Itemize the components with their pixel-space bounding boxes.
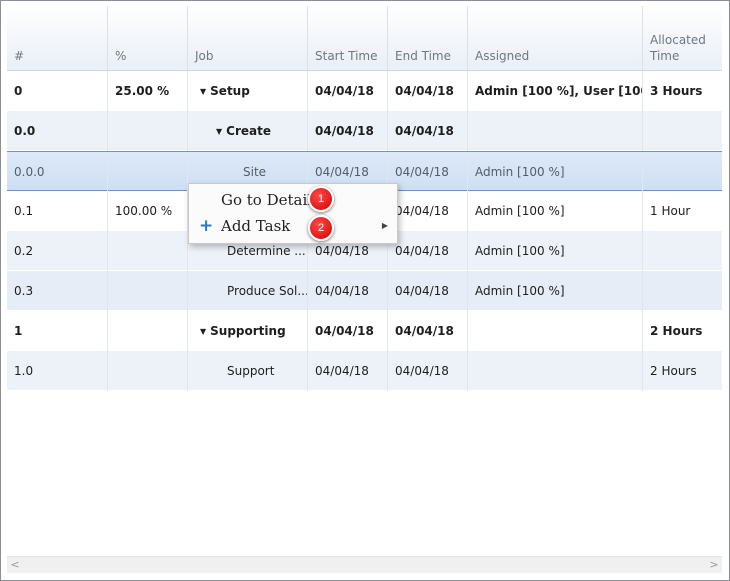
table-row[interactable]: 1 ▼ Supporting 04/04/18 04/04/18 2 Hours: [7, 311, 722, 351]
row-job: Support: [188, 351, 308, 391]
row-allocated-time: [643, 231, 722, 271]
row-number: 0.2: [7, 231, 108, 271]
row-allocated-time: 1 Hour: [650, 204, 691, 218]
row-number: 0: [7, 71, 108, 111]
menu-item-go-to-detail[interactable]: Go to Detail: [189, 187, 397, 213]
plus-icon: +: [199, 216, 214, 236]
row-start-time: 04/04/18: [308, 111, 388, 151]
callout-badge-1: 1: [308, 186, 334, 212]
horizontal-scrollbar[interactable]: < >: [7, 556, 722, 573]
row-percent: [108, 231, 188, 271]
row-start-time: 04/04/18: [308, 311, 388, 351]
row-number: 1.0: [7, 351, 108, 391]
row-allocated-time: 2 Hours: [650, 364, 697, 378]
row-assigned: [468, 351, 643, 391]
submenu-arrow-icon: ▶: [381, 221, 388, 230]
table-row[interactable]: 0.3 Produce Sol... 04/04/18 04/04/18 Adm…: [7, 271, 722, 311]
menu-item-label: Go to Detail: [221, 191, 313, 209]
row-start-time: 04/04/18: [308, 71, 388, 111]
row-allocated-time: 3 Hours: [650, 84, 703, 98]
row-percent: 25.00 %: [108, 71, 188, 111]
context-menu: Go to Detail + Add Task ▶: [188, 183, 398, 244]
row-allocated-time: 2 Hours: [650, 324, 703, 338]
row-percent: [108, 152, 188, 192]
expand-arrow-icon[interactable]: ▼: [216, 112, 222, 151]
row-assigned: [468, 111, 643, 151]
row-percent: [108, 111, 188, 151]
column-header-start-time[interactable]: Start Time: [308, 6, 388, 70]
column-header-job[interactable]: Job: [188, 6, 308, 70]
row-allocated-time: [643, 152, 722, 192]
row-number: 1: [7, 311, 108, 351]
row-end-time: 04/04/18: [388, 311, 468, 351]
row-assigned: Admin [100 %]: [468, 152, 643, 192]
row-end-time: 04/04/18: [388, 271, 468, 311]
row-assigned: Admin [100 %]: [468, 271, 643, 311]
callout-badge-2: 2: [308, 215, 334, 241]
job-label: Create: [226, 124, 271, 138]
scroll-right-icon[interactable]: >: [706, 557, 722, 573]
menu-item-label: Add Task: [221, 217, 291, 235]
row-assigned: Admin [100 %]: [468, 231, 643, 271]
row-percent: 100.00 %: [108, 191, 188, 231]
table-row[interactable]: 0.0 ▼ Create 04/04/18 04/04/18: [7, 111, 722, 151]
table-row[interactable]: 1.0 Support 04/04/18 04/04/18 2 Hours: [7, 351, 722, 391]
row-end-time: 04/04/18: [388, 152, 468, 192]
row-assigned: Admin [100 %]: [468, 191, 643, 231]
row-number: 0.0: [7, 111, 108, 151]
row-number: 0.1: [7, 191, 108, 231]
row-job: Produce Sol...: [188, 271, 308, 311]
job-label: Setup: [210, 84, 250, 98]
row-start-time: 04/04/18: [308, 351, 388, 391]
row-end-time: 04/04/18: [388, 191, 468, 231]
row-allocated-time: [643, 271, 722, 311]
menu-item-add-task[interactable]: + Add Task ▶: [189, 213, 397, 239]
row-percent: [108, 351, 188, 391]
row-end-time: 04/04/18: [388, 111, 468, 151]
scroll-left-icon[interactable]: <: [7, 557, 23, 573]
row-start-time: 04/04/18: [308, 271, 388, 311]
expand-arrow-icon[interactable]: ▼: [200, 72, 206, 111]
row-number: 0.3: [7, 271, 108, 311]
row-assigned: Admin [100 %], User [100 %]: [468, 71, 643, 111]
table-row[interactable]: 0 25.00 % ▼ Setup 04/04/18 04/04/18 Admin…: [7, 71, 722, 111]
job-label: Supporting: [210, 324, 286, 338]
row-end-time: 04/04/18: [388, 231, 468, 271]
column-header-assigned[interactable]: Assigned: [468, 6, 643, 70]
column-header-percent[interactable]: %: [108, 6, 188, 70]
row-number: 0.0.0: [7, 152, 108, 192]
row-job: ▼ Supporting: [188, 311, 308, 351]
column-header-allocated-time[interactable]: Allocated Time: [643, 6, 722, 70]
expand-arrow-icon[interactable]: ▼: [200, 312, 206, 351]
grid-header: # % Job Start Time End Time Assigned All…: [7, 6, 722, 71]
column-header-number[interactable]: #: [7, 6, 108, 70]
row-percent: [108, 311, 188, 351]
row-assigned: [468, 311, 643, 351]
row-percent: [108, 271, 188, 311]
row-end-time: 04/04/18: [388, 351, 468, 391]
row-allocated-time: [643, 111, 722, 151]
row-job: ▼ Setup: [188, 71, 308, 111]
column-header-end-time[interactable]: End Time: [388, 6, 468, 70]
row-end-time: 04/04/18: [388, 71, 468, 111]
row-job: ▼ Create: [188, 111, 308, 151]
